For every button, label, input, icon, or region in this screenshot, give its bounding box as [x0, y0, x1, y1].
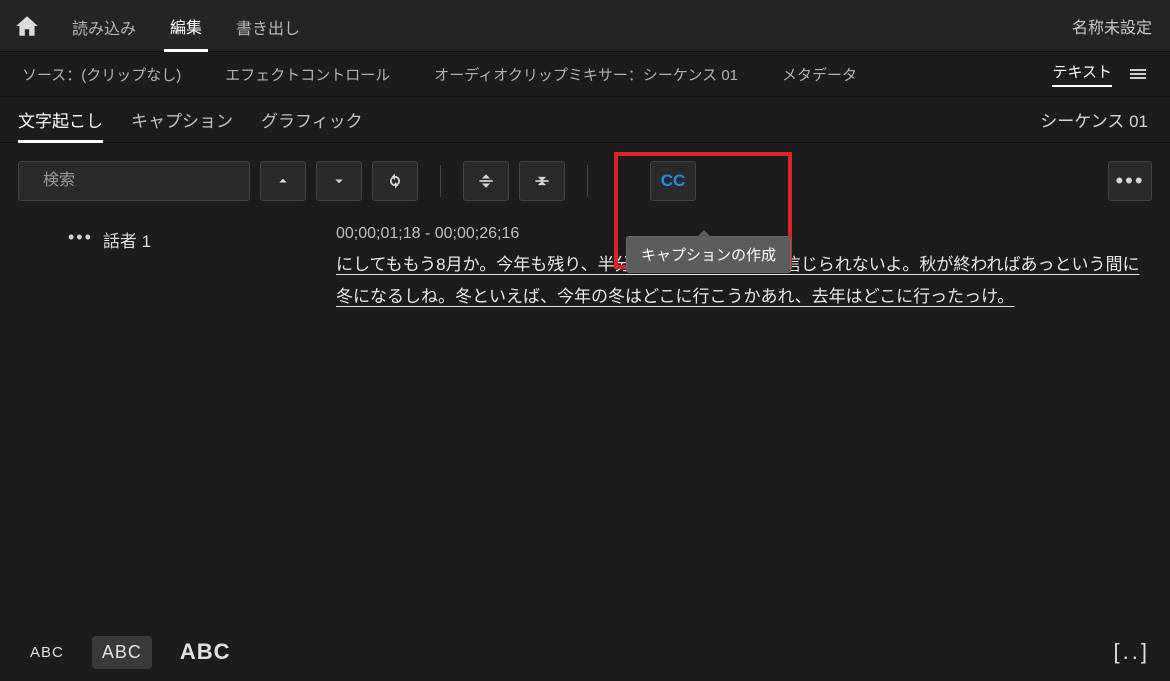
chevron-down-icon	[330, 172, 348, 190]
panel-menu-icon[interactable]	[1130, 66, 1146, 82]
prev-button[interactable]	[260, 161, 306, 201]
text-size-medium[interactable]: ABC	[92, 636, 152, 669]
sequence-name: シーケンス 01	[1040, 107, 1152, 132]
mode-tab-import[interactable]: 読み込み	[66, 1, 142, 51]
mode-tab-edit[interactable]: 編集	[164, 0, 208, 52]
sub-tab-graphic[interactable]: グラフィック	[261, 97, 363, 142]
speaker-name[interactable]: 話者 1	[103, 227, 151, 252]
transcript-list: ••• 話者 1 00;00;01;18 - 00;00;26;16 にしてもも…	[0, 215, 1170, 313]
home-icon[interactable]	[14, 13, 40, 39]
sub-tab-caption[interactable]: キャプション	[131, 97, 233, 142]
bracket-toggle[interactable]: [..]	[1114, 639, 1150, 665]
panel-tab-source[interactable]: ソース：(クリップなし)	[22, 64, 181, 85]
panel-tab-audio-mixer[interactable]: オーディオクリップミキサー：シーケンス 01	[434, 64, 738, 85]
merge-down-button[interactable]	[519, 161, 565, 201]
panel-tabs: ソース：(クリップなし) エフェクトコントロール オーディオクリップミキサー：シ…	[0, 52, 1170, 97]
create-caption-button[interactable]: CC	[650, 161, 696, 201]
mode-tab-export[interactable]: 書き出し	[230, 1, 306, 51]
text-size-large[interactable]: ABC	[170, 633, 241, 671]
search-field[interactable]	[18, 161, 250, 201]
project-name: 名称未設定	[1072, 14, 1156, 38]
text-size-small[interactable]: ABC	[20, 638, 74, 667]
panel-tab-text[interactable]: テキスト	[1052, 61, 1112, 87]
more-options-button[interactable]: •••	[1108, 161, 1152, 201]
merge-up-icon	[476, 171, 496, 191]
refresh-icon	[385, 171, 405, 191]
transcript-segment: ••• 話者 1 00;00;01;18 - 00;00;26;16 にしてもも…	[18, 225, 1152, 313]
transcript-footer: ABC ABC ABC [..]	[0, 623, 1170, 681]
panel-tab-effect-controls[interactable]: エフェクトコントロール	[225, 64, 390, 85]
sub-tab-transcript[interactable]: 文字起こし	[18, 97, 103, 143]
panel-tab-metadata[interactable]: メタデータ	[782, 64, 857, 85]
chevron-up-icon	[274, 172, 292, 190]
search-input[interactable]	[41, 171, 252, 191]
refresh-button[interactable]	[372, 161, 418, 201]
merge-up-button[interactable]	[463, 161, 509, 201]
mode-tabs: 読み込み 編集 書き出し	[66, 0, 306, 52]
next-button[interactable]	[316, 161, 362, 201]
transcript-toolbar: CC •••	[0, 143, 1170, 215]
segment-menu-icon[interactable]: •••	[68, 227, 93, 248]
text-sub-tabs: 文字起こし キャプション グラフィック シーケンス 01	[0, 97, 1170, 143]
app-header: 読み込み 編集 書き出し 名称未設定	[0, 0, 1170, 52]
merge-down-icon	[532, 171, 552, 191]
create-caption-tooltip: キャプションの作成	[626, 236, 791, 273]
toolbar-separator	[440, 165, 441, 197]
toolbar-separator-2	[587, 165, 588, 197]
